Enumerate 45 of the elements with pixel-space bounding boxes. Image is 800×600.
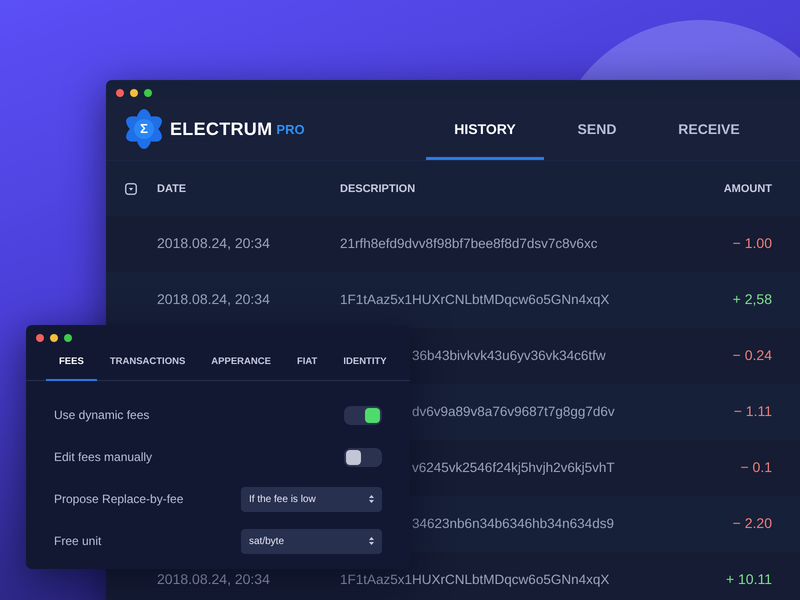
amount-cell: − 0.24 [732,347,772,363]
zoom-button[interactable] [144,89,152,97]
table-cell: 34623nb6n34b6346hb34n634ds9 [412,516,614,531]
table-cell: 2018.08.24, 20:34 [157,291,270,307]
close-button[interactable] [116,89,124,97]
brand-suffix: PRO [276,122,305,136]
amount-cell: + 10.11 [726,571,772,587]
dropdown-field[interactable]: If the fee is low [241,486,382,512]
minimize-button[interactable] [50,334,58,342]
zoom-button[interactable] [64,334,72,342]
amount-cell: − 1.00 [732,235,772,251]
table-cell: dv6v9a89v8a76v9687t7g8gg7d6v [412,404,615,419]
setting-label: Use dynamic fees [54,408,150,422]
setting-label: Edit fees manually [54,450,152,464]
setting-label: Free unit [54,534,102,548]
table-cell: v6245vk2546f24kj5hvjh2v6kj5vhT [412,460,615,475]
table-cell: 1F1tAaz5x1HUXrCNLbtMDqcw6o5GNn4xqX [340,292,610,307]
settings-tab[interactable]: TRANSACTIONS [96,343,198,381]
updown-icon [369,495,374,503]
settings-tab[interactable]: FEES [46,343,97,381]
column-header[interactable]: DATE [157,182,340,194]
table-cell: 21rfh8efd9dvv8f98bf7bee8f8d7dsv7c8v6xc [340,236,598,251]
dropdown-field[interactable]: sat/byte [241,528,382,554]
table-cell: 2018.08.24, 20:34 [157,571,270,587]
settings-tab[interactable]: APPERANCE [198,343,284,381]
dropdown-icon[interactable] [125,182,137,194]
table-cell: 36b43bivkvk43u6yv36vk34c6tfw [412,348,606,363]
settings-tab[interactable]: FIAT [284,343,330,381]
setting-label: Propose Replace-by-fee [54,492,184,506]
close-button[interactable] [36,334,44,342]
amount-cell: − 0.1 [740,459,772,475]
toggle-switch[interactable] [344,406,382,424]
column-header[interactable]: DESCRIPTION [340,182,644,194]
minimize-button[interactable] [130,89,138,97]
updown-icon [369,537,374,545]
brand-name: ELECTRUM [170,118,272,140]
settings-tab[interactable]: IDENTITY [330,343,400,381]
amount-cell: − 1.11 [734,403,772,419]
toggle-switch[interactable] [344,448,382,466]
amount-cell: + 2,58 [732,291,772,307]
column-header[interactable]: AMOUNT [644,182,772,194]
amount-cell: − 2.20 [732,515,772,531]
table-cell: 2018.08.24, 20:34 [157,235,270,251]
logo-letter: Σ [139,120,149,138]
table-cell: 1F1tAaz5x1HUXrCNLbtMDqcw6o5GNn4xqX [340,572,610,587]
